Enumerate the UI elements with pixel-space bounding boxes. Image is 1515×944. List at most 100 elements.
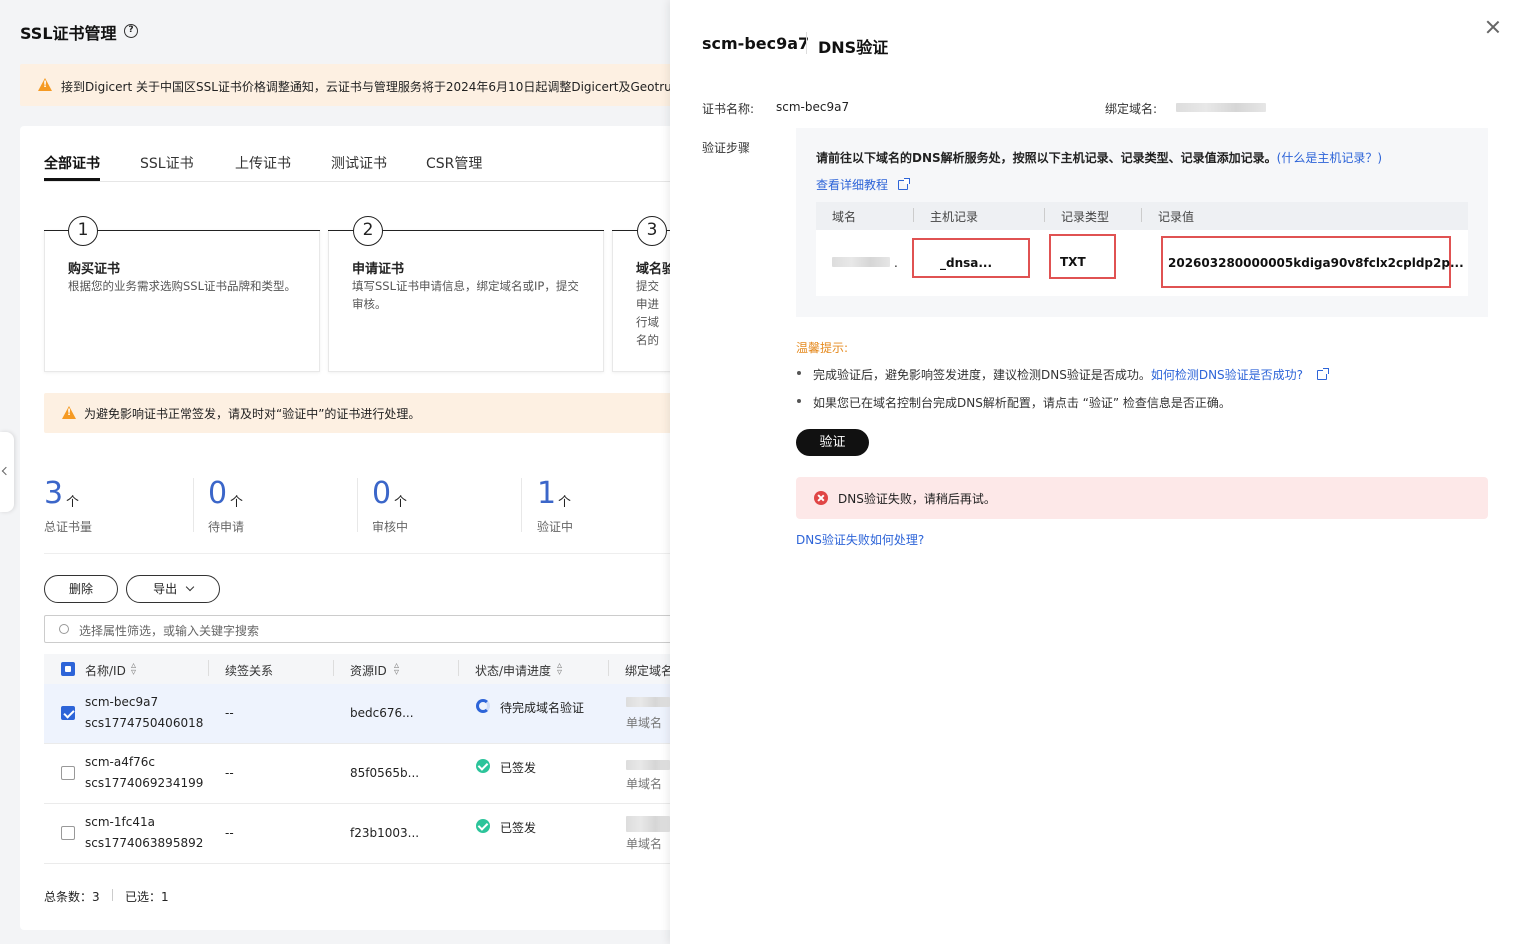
record-value-value: 202603280000005kdiga90v8fclx2cpldp2p... <box>1168 256 1464 270</box>
external-link-icon <box>897 178 910 190</box>
delete-button[interactable]: 删除 <box>44 575 118 603</box>
tutorial-label: 查看详细教程 <box>816 178 889 192</box>
step-number-2: 2 <box>353 216 383 246</box>
dns-fail-help-link[interactable]: DNS验证失败如何处理? <box>796 531 924 548</box>
tip-1-text: 完成验证后，避免影响签发进度，建议检测DNS验证是否成功。 <box>813 368 1151 382</box>
step-desc-1: 根据您的业务需求选购SSL证书品牌和类型。 <box>68 279 297 293</box>
record-type-value: TXT <box>1060 255 1086 269</box>
cert-id: scs1774750406018 <box>85 716 204 730</box>
column-header-status[interactable]: 状态/申请进度 <box>475 662 551 679</box>
price-notice-banner: 接到Digicert 关于中国区SSL证书价格调整通知，云证书与管理服务将于20… <box>20 64 695 106</box>
error-text: DNS验证失败，请稍后再试。 <box>838 492 996 506</box>
select-all-checkbox[interactable] <box>61 662 75 676</box>
bound-domain-redacted <box>1176 103 1266 112</box>
column-separator <box>608 660 609 676</box>
sort-icon[interactable]: ▵ ▿ <box>131 661 136 678</box>
sort-icon[interactable]: ▵ ▿ <box>394 661 399 678</box>
stat-total-unit: 个 <box>66 495 80 510</box>
check-dns-link[interactable]: 如何检测DNS验证是否成功? <box>1151 368 1303 382</box>
reminder-text: 为避免影响证书正常签发，请及时对“验证中”的证书进行处理。 <box>84 407 421 421</box>
resource-id: bedc676... <box>350 706 414 720</box>
tip-1: 完成验证后，避免影响签发进度，建议检测DNS验证是否成功。如何检测DNS验证是否… <box>813 366 1329 383</box>
tab-ssl-certs[interactable]: SSL证书 <box>140 153 194 173</box>
page-title: SSL证书管理 <box>20 24 117 43</box>
sort-icon[interactable]: ▵ ▿ <box>557 661 562 678</box>
domain-redacted <box>626 816 670 832</box>
domain-dot: . <box>894 256 898 270</box>
search-placeholder: 选择属性筛选，或输入关键字搜索 <box>79 624 260 638</box>
status-text: 待完成域名验证 <box>500 701 585 715</box>
column-header-name[interactable]: 名称/ID <box>85 662 126 679</box>
tab-all-certs[interactable]: 全部证书 <box>44 153 100 173</box>
cert-id: scs1774069234199 <box>85 776 204 790</box>
check-circle-icon <box>476 759 490 773</box>
export-button[interactable]: 导出 <box>126 575 220 603</box>
column-separator <box>1141 208 1142 222</box>
step-desc-3: 提交申进行域名的所知，可 <box>636 279 659 347</box>
step-desc-2: 填写SSL证书申请信息，绑定域名或IP，提交审核。 <box>352 279 579 311</box>
tips-title: 温馨提示: <box>796 341 849 355</box>
verify-button[interactable]: 验证 <box>796 429 869 456</box>
domain-redacted <box>832 257 890 267</box>
dns-verify-drawer: scm-bec9a7 DNS验证 证书名称: scm-bec9a7 绑定域名: … <box>670 0 1515 944</box>
warning-icon <box>38 78 52 91</box>
stat-verifying-unit: 个 <box>558 495 572 510</box>
cert-name-link[interactable]: scm-1fc41a <box>85 815 155 829</box>
bound-domain-label: 绑定域名: <box>1105 102 1158 116</box>
status-text: 已签发 <box>500 821 537 835</box>
row-checkbox[interactable] <box>61 766 75 780</box>
help-icon[interactable]: ? <box>124 24 138 38</box>
row-checkbox[interactable] <box>61 826 75 840</box>
domain-redacted <box>626 760 670 770</box>
what-is-host-record-link[interactable]: (什么是主机记录？) <box>1277 151 1382 165</box>
renew-relation: -- <box>225 826 234 840</box>
dns-col-host: 主机记录 <box>930 210 979 224</box>
step-number-3: 3 <box>637 216 667 246</box>
record-type-highlight[interactable]: TXT <box>1049 234 1116 279</box>
tab-upload-certs[interactable]: 上传证书 <box>235 153 291 173</box>
dns-instruction: 请前往以下域名的DNS解析服务处，按照以下主机记录、记录类型、记录值添加记录。(… <box>816 149 1382 166</box>
domain-type: 单域名 <box>626 837 663 851</box>
cert-name-link[interactable]: scm-bec9a7 <box>85 695 158 709</box>
divider <box>112 889 113 901</box>
dns-col-type: 记录类型 <box>1061 210 1110 224</box>
warning-icon <box>62 406 76 419</box>
verify-reminder-banner: 为避免影响证书正常签发，请及时对“验证中”的证书进行处理。 <box>44 393 680 433</box>
drawer-title: DNS验证 <box>818 38 889 57</box>
column-header-renew: 续签关系 <box>225 664 274 678</box>
row-checkbox[interactable] <box>61 706 75 720</box>
host-record-highlight[interactable]: _dnsa... <box>912 238 1030 278</box>
domain-type: 单域名 <box>626 777 663 791</box>
dns-col-value: 记录值 <box>1158 210 1195 224</box>
tab-csr[interactable]: CSR管理 <box>426 153 482 173</box>
title-separator <box>806 32 807 54</box>
resource-id: 85f0565b... <box>350 766 420 780</box>
bullet <box>797 399 801 403</box>
cert-id: scs1774063895892 <box>85 836 204 850</box>
tab-test-certs[interactable]: 测试证书 <box>331 153 387 173</box>
cert-name-value: scm-bec9a7 <box>776 100 850 114</box>
notice-text: 接到Digicert 关于中国区SSL证书价格调整通知，云证书与管理服务将于20… <box>61 80 695 94</box>
divider <box>44 553 680 554</box>
close-icon[interactable] <box>1485 19 1501 35</box>
column-separator <box>913 208 914 222</box>
search-icon <box>59 624 69 634</box>
cert-name-link[interactable]: scm-a4f76c <box>85 755 155 769</box>
domain-redacted <box>626 697 670 707</box>
check-circle-icon <box>476 819 490 833</box>
sidebar-collapse-toggle[interactable] <box>0 432 14 512</box>
stat-review-unit: 个 <box>394 495 408 510</box>
record-value-highlight[interactable]: 202603280000005kdiga90v8fclx2cpldp2p... <box>1161 236 1464 288</box>
stat-verifying-label: 验证中 <box>537 520 574 534</box>
column-header-resource[interactable]: 资源ID <box>350 662 387 679</box>
step-card-1 <box>44 230 320 372</box>
renew-relation: -- <box>225 766 234 780</box>
bullet <box>797 371 801 375</box>
total-count: 总条数：3 <box>44 890 100 904</box>
chevron-left-icon <box>1 466 11 476</box>
search-input[interactable]: 选择属性筛选，或输入关键字搜索 <box>44 615 680 643</box>
tutorial-link[interactable]: 查看详细教程 <box>816 176 910 193</box>
drawer-cert-name: scm-bec9a7 <box>702 34 810 53</box>
dns-col-domain: 域名 <box>832 210 857 224</box>
stat-separator <box>521 478 522 532</box>
